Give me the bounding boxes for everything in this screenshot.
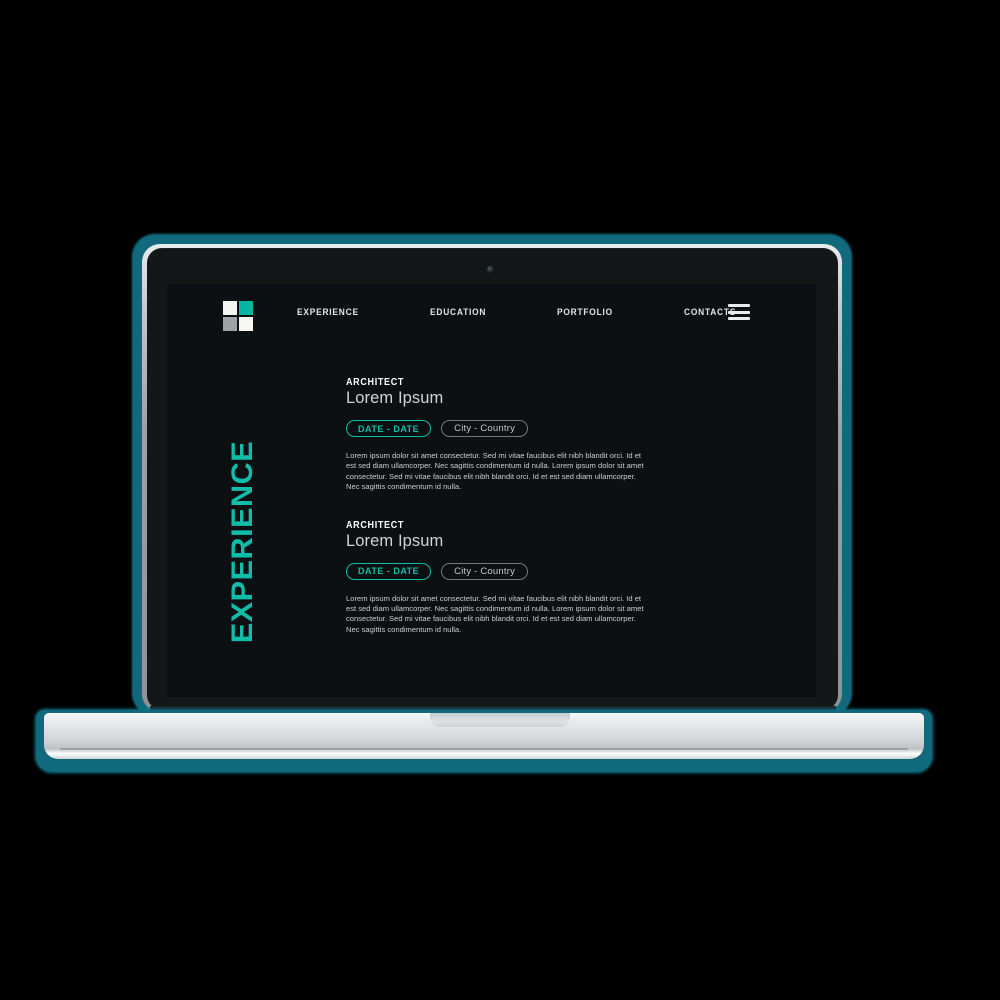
hamburger-bar-1 (728, 304, 750, 307)
entry-description: Lorem ipsum dolor sit amet consectetur. … (346, 451, 644, 492)
nav-link-experience[interactable]: EXPERIENCE (297, 307, 359, 318)
four-square-logo-icon[interactable] (223, 301, 253, 331)
entry-role: ARCHITECT (346, 519, 405, 531)
section-title-label: EXPERIENCE (226, 440, 260, 644)
hamburger-bar-2 (728, 310, 750, 314)
entry-role: ARCHITECT (346, 377, 405, 388)
logo-cell-top-left (223, 301, 237, 315)
webcam-dot-icon (487, 266, 494, 273)
entry-chips: DATE - DATE City - Country (346, 562, 656, 580)
experience-entry: ARCHITECT Lorem Ipsum DATE - DATE City -… (346, 520, 656, 636)
logo-cell-bottom-left (223, 317, 237, 331)
section-title-vertical: EXPERIENCE (223, 379, 263, 643)
nav-link-education[interactable]: EDUCATION (430, 307, 486, 318)
logo-cell-top-right (239, 301, 253, 315)
entry-date-badge: DATE - DATE (346, 562, 432, 580)
entry-date-badge: DATE - DATE (346, 420, 432, 437)
entry-company-name: Lorem Ipsum (346, 531, 444, 550)
entry-chips: DATE - DATE City - Country (346, 420, 656, 437)
laptop-screen: EXPERIENCE EDUCATION PORTFOLIO CONTACTS … (167, 284, 816, 697)
hamburger-menu-icon[interactable] (728, 304, 750, 320)
portfolio-page: EXPERIENCE EDUCATION PORTFOLIO CONTACTS … (167, 284, 816, 697)
laptop-base-notch (430, 713, 570, 727)
top-navigation-bar: EXPERIENCE EDUCATION PORTFOLIO CONTACTS (167, 284, 816, 340)
entry-description: Lorem ipsum dolor sit amet consectetur. … (346, 593, 644, 634)
entry-company-name: Lorem Ipsum (346, 389, 444, 407)
experience-entry: ARCHITECT Lorem Ipsum DATE - DATE City -… (346, 377, 656, 493)
screenshot-stage: EXPERIENCE EDUCATION PORTFOLIO CONTACTS … (0, 0, 1000, 1000)
logo-cell-bottom-right (239, 317, 253, 331)
laptop-base-shadow-line (60, 748, 908, 750)
entry-location-badge: City - Country (441, 420, 529, 437)
hamburger-bar-3 (728, 317, 750, 320)
experience-entry-list: ARCHITECT Lorem Ipsum DATE - DATE City -… (346, 377, 656, 662)
nav-link-portfolio[interactable]: PORTFOLIO (557, 307, 613, 318)
entry-location-badge: City - Country (441, 562, 529, 580)
